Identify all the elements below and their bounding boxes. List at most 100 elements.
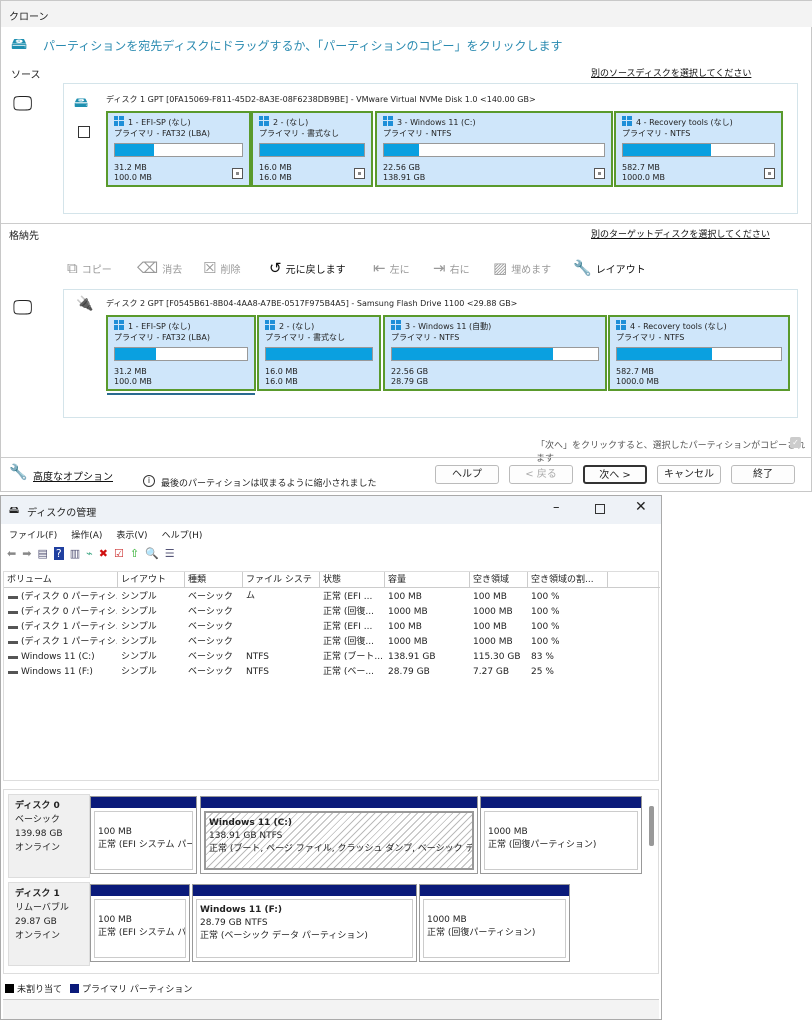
volume-details: 1000 MB 正常 (回復パーティション) xyxy=(484,811,638,870)
total-size: 16.0 MB xyxy=(259,173,292,182)
table-cell: (ディスク 1 パーティシ... xyxy=(21,622,117,632)
connect-icon[interactable]: ⌁ xyxy=(86,547,93,560)
menu-item[interactable]: 操作(A) xyxy=(71,528,102,541)
table-row[interactable]: (ディスク 0 パーティシ... シンプル ベーシック 正常 (EFI ... 100 … xyxy=(4,590,664,605)
table-cell: ベーシック xyxy=(188,652,233,662)
volume-size: 1000 MB xyxy=(427,915,467,925)
finish-button[interactable]: 終了 xyxy=(731,465,795,484)
next-button[interactable]: 次へ > xyxy=(583,465,647,484)
maximize-button[interactable] xyxy=(595,504,605,514)
table-row[interactable]: (ディスク 1 パーティシ... シンプル ベーシック 正常 (EFI ... 100 … xyxy=(4,620,664,635)
toolbar-move-right-button[interactable]: ⇥ 右に xyxy=(433,259,470,277)
usage-bar xyxy=(391,347,599,361)
volume-size: 138.91 GB NTFS xyxy=(209,831,283,841)
column-header[interactable]: ボリューム xyxy=(4,572,118,588)
partition-card[interactable]: 4 - Recovery tools (なし) プライマリ - NTFS 582.7… xyxy=(614,111,783,187)
table-row[interactable]: Windows 11 (C:) シンプル ベーシック NTFS 正常 (ブート... 13… xyxy=(4,650,664,665)
wrench-icon: 🔧 xyxy=(9,463,28,481)
delete-icon[interactable]: ✖ xyxy=(99,547,108,560)
partition-checkbox[interactable] xyxy=(354,168,365,179)
volume-block[interactable]: Windows 11 (F:) 28.79 GB NTFS 正常 (ベーシック デー… xyxy=(192,884,417,962)
partition-card[interactable]: 1 - EFI-SP (なし) プライマリ - FAT32 (LBA) 31.2 M… xyxy=(106,111,251,187)
column-header[interactable]: レイアウト xyxy=(118,572,185,588)
column-header[interactable]: ファイル システム xyxy=(243,572,320,601)
partition-name-row: 2 - (なし) xyxy=(265,320,373,332)
table-row[interactable]: (ディスク 1 パーティシ... シンプル ベーシック 正常 (回復... 1000 M… xyxy=(4,635,664,650)
volume-block[interactable]: 100 MB 正常 (EFI システム パ xyxy=(90,884,190,962)
primary-partition-bar xyxy=(201,797,477,808)
help-icon[interactable]: ? xyxy=(53,547,64,560)
column-header[interactable]: 空き領域 xyxy=(470,572,528,588)
volume-size: 100 MB xyxy=(98,827,132,837)
back-arrow-icon[interactable]: ⬅ xyxy=(7,547,16,560)
scrollbar[interactable] xyxy=(649,806,654,846)
column-header[interactable]: 状態 xyxy=(320,572,385,588)
partition-checkbox[interactable] xyxy=(232,168,243,179)
properties-icon[interactable]: ☰ xyxy=(165,547,175,560)
source-disk-checkbox[interactable] xyxy=(78,126,90,138)
advanced-options-link[interactable]: 高度なオプション xyxy=(33,468,113,483)
column-header[interactable]: 容量 xyxy=(385,572,470,588)
volume-block[interactable]: 100 MB 正常 (EFI システム パー xyxy=(90,796,197,874)
table-cell: シンプル xyxy=(121,667,157,677)
partition-name: 2 - (なし) xyxy=(279,322,315,331)
partition-checkbox[interactable] xyxy=(764,168,775,179)
partition-card[interactable]: 3 - Windows 11 (C:) プライマリ - NTFS 22.56 GB 1… xyxy=(375,111,613,187)
menu-item[interactable]: 表示(V) xyxy=(116,528,147,541)
partition-checkbox[interactable] xyxy=(594,168,605,179)
disk-label[interactable]: ディスク 1 リムーバブル 29.87 GB オンライン xyxy=(8,882,90,966)
action-pane-icon[interactable]: ▥ xyxy=(70,547,80,560)
console-tree-icon[interactable]: ▤ xyxy=(37,547,47,560)
toolbar-erase-button[interactable]: ⌫ 消去 xyxy=(137,259,182,277)
table-row[interactable]: (ディスク 0 パーティシ... シンプル ベーシック 正常 (回復... 1000 M… xyxy=(4,605,664,620)
disk-label[interactable]: ディスク 0 ベーシック 139.98 GB オンライン xyxy=(8,794,90,878)
volume-block[interactable]: Windows 11 (C:) 138.91 GB NTFS 正常 (ブート, ペー… xyxy=(200,796,478,874)
volume-block[interactable]: 1000 MB 正常 (回復パーティション) xyxy=(480,796,642,874)
clone-window: クローン 🖴 パーティションを宛先ディスクにドラッグするか、「パーティションのコ… xyxy=(0,0,812,492)
menu-item[interactable]: ファイル(F) xyxy=(9,528,57,541)
window-title: クローン xyxy=(9,12,49,23)
toolbar-undo-button[interactable]: ↺ 元に戻します xyxy=(269,259,346,277)
volume-status: 正常 (回復パーティション) xyxy=(488,840,597,850)
back-button[interactable]: < 戻る xyxy=(509,465,573,484)
divider xyxy=(1,457,812,458)
forward-arrow-icon[interactable]: ➡ xyxy=(22,547,31,560)
partition-card[interactable]: 4 - Recovery tools (なし) プライマリ - NTFS 582.7… xyxy=(608,315,790,391)
erase-icon: ⌫ xyxy=(137,259,159,277)
menu-item[interactable]: ヘルプ(H) xyxy=(162,528,203,541)
partition-card[interactable]: 3 - Windows 11 (自動) プライマリ - NTFS 22.56 GB 2… xyxy=(383,315,607,391)
table-cell: 100 MB xyxy=(473,592,507,602)
toolbar-fill-button[interactable]: ▨ 埋めます xyxy=(493,259,551,277)
copy-note-checkbox[interactable]: ✓ xyxy=(790,437,801,448)
search-folder-icon[interactable]: 🔍 xyxy=(145,547,159,560)
table-row[interactable]: Windows 11 (F:) シンプル ベーシック NTFS 正常 (ベー... 28.… xyxy=(4,665,664,680)
volume-block[interactable]: 1000 MB 正常 (回復パーティション) xyxy=(419,884,570,962)
select-target-link[interactable]: 別のターゲットディスクを選択してください xyxy=(591,227,770,240)
move-right-icon: ⇥ xyxy=(433,259,446,277)
minimize-button[interactable]: – xyxy=(553,500,560,515)
close-button[interactable]: ✕ xyxy=(635,499,647,515)
toolbar-label: 右に xyxy=(449,264,470,276)
partition-type: プライマリ - NTFS xyxy=(616,333,685,342)
partition-card[interactable]: 1 - EFI-SP (なし) プライマリ - FAT32 (LBA) 31.2 M… xyxy=(106,315,256,391)
table-cell: 100 MB xyxy=(388,622,422,632)
windows-logo-icon xyxy=(383,116,393,126)
column-header[interactable]: 空き領域の割... xyxy=(528,572,608,588)
total-size: 1000.0 MB xyxy=(622,173,665,182)
cancel-button[interactable]: キャンセル xyxy=(657,465,721,484)
column-header[interactable]: 種類 xyxy=(185,572,243,588)
toolbar-delete-button[interactable]: ☒ 削除 xyxy=(203,259,240,277)
check-icon[interactable]: ☑ xyxy=(114,547,124,560)
toolbar-wrench-button[interactable]: 🔧 レイアウト xyxy=(573,259,646,277)
table-cell: 正常 (回復... xyxy=(323,607,374,617)
toolbar-copy-button[interactable]: ⧉ コピー xyxy=(67,259,112,277)
usage-bar xyxy=(114,143,243,157)
help-button[interactable]: ヘルプ xyxy=(435,465,499,484)
toolbar-move-left-button[interactable]: ⇤ 左に xyxy=(373,259,410,277)
partition-card[interactable]: 2 - (なし) プライマリ - 書式なし 16.0 MB 16.0 MB xyxy=(251,111,373,187)
total-size: 16.0 MB xyxy=(265,377,298,386)
select-source-link[interactable]: 別のソースディスクを選択してください xyxy=(591,66,751,79)
source-disk-info: ディスク 1 GPT [0FA15069-F811-45D2-8A3E-08F6… xyxy=(106,95,536,104)
folder-up-icon[interactable]: ⇧ xyxy=(130,547,139,560)
partition-card[interactable]: 2 - (なし) プライマリ - 書式なし 16.0 MB 16.0 MB xyxy=(257,315,381,391)
